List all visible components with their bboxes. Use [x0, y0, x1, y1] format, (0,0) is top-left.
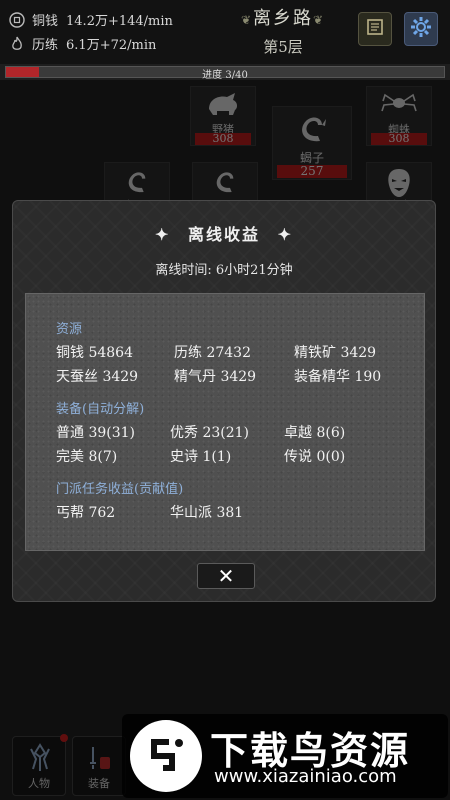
- equipment-item: 史诗 1(1): [170, 449, 232, 465]
- copper-value: 14.2万+144/min: [66, 14, 173, 29]
- resource-item: 历练 27432: [174, 345, 251, 361]
- flame-icon: [8, 35, 26, 53]
- stage-title-plate: ❦离乡路❦ 第5层: [228, 4, 338, 57]
- copper-label: 铜钱: [32, 14, 59, 29]
- rewards-panel: 资源 铜钱 54864 历练 27432 精铁矿 3429 天蚕丝 3429 精…: [25, 293, 425, 551]
- offline-rewards-dialog: ✦ 离线收益 ✦ 离线时间: 6小时21分钟 资源 铜钱 54864 历练 27…: [12, 200, 436, 602]
- experience-label: 历练: [32, 38, 59, 53]
- close-button[interactable]: ✕: [197, 563, 255, 589]
- gear-icon: [409, 15, 433, 43]
- resource-item: 精铁矿 3429: [294, 345, 377, 361]
- equipment-item: 卓越 8(6): [284, 425, 346, 441]
- sect-heading: 门派任务收益(贡献值): [56, 482, 184, 497]
- watermark-url: www.xiazainiao.com: [214, 766, 397, 787]
- coin-icon: [8, 11, 26, 29]
- offline-time: 离线时间: 6小时21分钟: [155, 263, 293, 278]
- resource-item: 天蚕丝 3429: [56, 369, 139, 385]
- stage-name: 离乡路: [253, 8, 313, 29]
- copper-stat: 铜钱 14.2万+144/min: [8, 10, 173, 29]
- experience-value: 6.1万+72/min: [66, 38, 157, 53]
- scroll-icon: [364, 16, 386, 42]
- top-header: 铜钱 14.2万+144/min 历练 6.1万+72/min ❦离乡路❦ 第5…: [0, 0, 450, 64]
- progress-bar: 进度 3/40: [5, 66, 445, 81]
- sparkle-icon: ✦: [277, 225, 293, 244]
- dialog-title: ✦ 离线收益 ✦: [155, 225, 293, 244]
- sect-item: 丐帮 762: [56, 505, 116, 521]
- close-icon: ✕: [217, 564, 235, 588]
- experience-stat: 历练 6.1万+72/min: [8, 34, 156, 53]
- watermark-logo: [130, 720, 202, 792]
- watermark: 下载鸟资源 www.xiazainiao.com: [122, 714, 448, 798]
- equipment-item: 优秀 23(21): [170, 425, 250, 441]
- resources-heading: 资源: [56, 322, 83, 337]
- resource-item: 铜钱 54864: [56, 345, 133, 361]
- equipment-item: 普通 39(31): [56, 425, 136, 441]
- resource-item: 精气丹 3429: [174, 369, 257, 385]
- resource-item: 装备精华 190: [294, 369, 382, 385]
- settings-button[interactable]: [404, 12, 438, 46]
- sparkle-icon: ✦: [155, 225, 171, 244]
- sect-item: 华山派 381: [170, 505, 244, 521]
- equipment-heading: 装备(自动分解): [56, 402, 145, 417]
- progress-label: 进度 3/40: [202, 70, 248, 81]
- floor-label: 第5层: [263, 38, 303, 56]
- equipment-item: 完美 8(7): [56, 449, 118, 465]
- equipment-item: 传说 0(0): [284, 449, 346, 465]
- scroll-button[interactable]: [358, 12, 392, 46]
